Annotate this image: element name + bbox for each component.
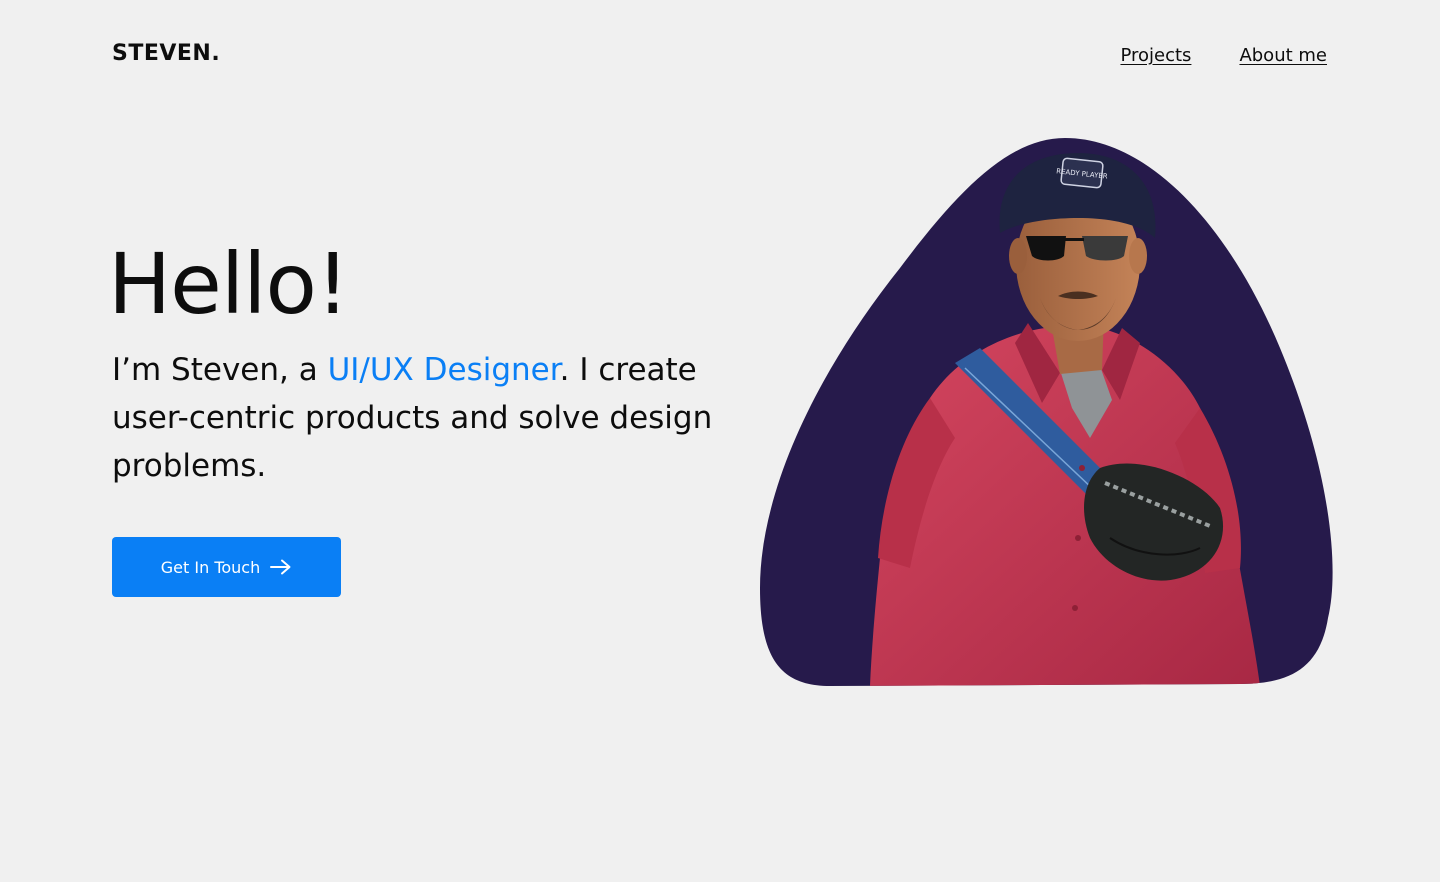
- hero-title: Hello!: [108, 235, 350, 333]
- get-in-touch-button[interactable]: Get In Touch: [112, 537, 341, 597]
- get-in-touch-label: Get In Touch: [160, 557, 261, 577]
- main-nav: Projects About me: [1120, 45, 1327, 66]
- avatar-svg: READY PLAYER: [760, 138, 1333, 686]
- avatar-illustration: READY PLAYER: [760, 138, 1334, 686]
- nav-link-about-me[interactable]: About me: [1239, 45, 1327, 66]
- landing-page: STEVEN. Projects About me Hello! I’m Ste…: [0, 0, 1440, 882]
- hero-intro: I’m Steven, a UI/UX Designer. I create u…: [112, 346, 732, 490]
- site-logo[interactable]: STEVEN.: [112, 41, 220, 66]
- hero-intro-role: UI/UX Designer: [327, 352, 560, 388]
- nav-link-projects[interactable]: Projects: [1120, 45, 1191, 66]
- arrow-right-icon: [270, 559, 291, 575]
- hero-intro-prefix: I’m Steven, a: [112, 352, 328, 388]
